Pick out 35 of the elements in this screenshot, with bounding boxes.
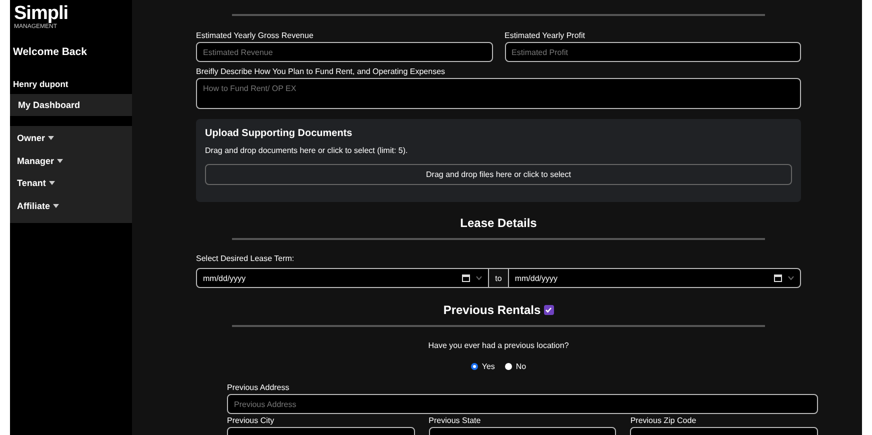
checkbox[interactable]: [544, 305, 554, 315]
field-label: Breifly Describe How You Plan to Fund Rent, and Operating Expenses: [196, 67, 446, 76]
radio-button[interactable]: [504, 363, 512, 370]
field-label: Estimated Yearly Gross Revenue: [196, 31, 314, 40]
radio-button[interactable]: [470, 363, 478, 370]
section-heading: Lease Details: [459, 216, 538, 230]
input-field[interactable]: Estimated Profit: [504, 42, 801, 62]
question-text: Have you ever had a previous location?: [427, 341, 570, 350]
menu-dropdown[interactable]: Affiliate: [10, 194, 132, 218]
field-label: Estimated Yearly Profit: [504, 31, 586, 40]
menu-dropdown[interactable]: Owner: [10, 127, 132, 150]
upload-description: Drag and drop documents here or click to select (limit: 5).: [205, 146, 409, 155]
input-field[interactable]: Estimated Revenue: [196, 42, 492, 62]
upload-title: Upload Supporting Documents: [205, 128, 354, 139]
field-label: Previous Zip Code: [630, 416, 698, 425]
caret-icon: [48, 136, 54, 140]
text-area[interactable]: How to Fund Rent/ OP EX: [196, 78, 801, 109]
field-label: Select Desired Lease Term:: [196, 254, 296, 263]
section-heading: Previous Rentals: [443, 303, 541, 317]
file-dropzone[interactable]: Drag and drop files here or click to select: [205, 164, 792, 185]
welcome-heading: Welcome Back: [13, 46, 88, 58]
dashboard-link[interactable]: My Dashboard: [10, 94, 132, 116]
radio-label: No: [516, 362, 526, 371]
radio-label: Yes: [482, 362, 495, 371]
menu-dropdown[interactable]: Tenant: [10, 172, 132, 195]
user-name: Henry dupont: [13, 79, 70, 89]
logo-wordmark: Simpli: [14, 4, 68, 24]
input-field[interactable]: Previous Address: [227, 394, 818, 414]
caret-icon: [57, 158, 64, 163]
caret-icon: [48, 181, 55, 186]
caret-icon: [53, 204, 60, 208]
field-label: Previous City: [227, 416, 276, 425]
menu-dropdown[interactable]: Manager: [10, 150, 132, 172]
field-label: Previous State: [428, 416, 482, 425]
field-label: Previous Address: [227, 383, 290, 392]
